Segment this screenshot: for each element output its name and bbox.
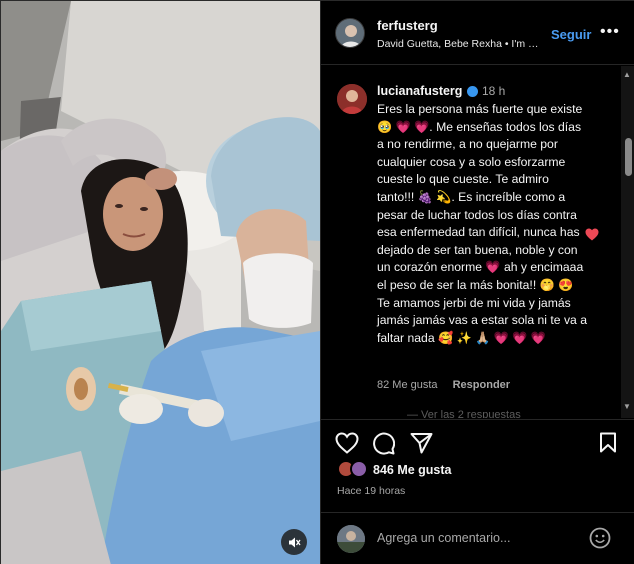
author-avatar[interactable] bbox=[335, 18, 365, 48]
scrollbar-thumb[interactable] bbox=[625, 138, 632, 176]
comment-timestamp: 18 h bbox=[482, 84, 506, 98]
paper-plane-icon bbox=[410, 433, 433, 454]
mute-button[interactable] bbox=[281, 529, 307, 555]
speaker-muted-icon bbox=[288, 536, 301, 549]
instagram-post-dialog: ferfusterg David Guetta, Bebe Rexha • I'… bbox=[0, 0, 634, 564]
post-timestamp: Hace 19 horas bbox=[337, 485, 406, 497]
more-options-icon[interactable]: ••• bbox=[600, 23, 620, 41]
post-likes-count[interactable]: 846 Me gusta bbox=[373, 463, 452, 477]
verified-badge-icon bbox=[467, 86, 478, 97]
emoji-button[interactable] bbox=[589, 527, 611, 554]
comments-scrollbar[interactable]: ▲ ▼ bbox=[621, 66, 634, 418]
liker-avatar bbox=[350, 460, 368, 478]
share-button[interactable] bbox=[410, 432, 433, 459]
post-actions: 846 Me gusta Hace 19 horas bbox=[321, 419, 634, 564]
author-username[interactable]: ferfusterg bbox=[377, 18, 438, 33]
comment-composer bbox=[321, 512, 634, 564]
post-side-panel: ferfusterg David Guetta, Bebe Rexha • I'… bbox=[320, 1, 634, 564]
post-photo[interactable] bbox=[1, 1, 320, 564]
comment-button[interactable] bbox=[372, 432, 396, 460]
view-replies-link[interactable]: — Ver las 2 respuestas bbox=[407, 409, 521, 418]
save-button[interactable] bbox=[599, 432, 617, 458]
comment-likes[interactable]: 82 Me gusta bbox=[377, 379, 438, 391]
reply-button[interactable]: Responder bbox=[453, 379, 510, 391]
red-heart-icon bbox=[585, 228, 599, 241]
comment-like-button[interactable] bbox=[585, 228, 599, 246]
commenter-username[interactable]: lucianafusterg bbox=[377, 84, 462, 98]
comment-input[interactable] bbox=[377, 531, 577, 545]
audio-track[interactable]: David Guetta, Bebe Rexha • I'm … bbox=[377, 38, 547, 50]
scroll-up-arrow-icon[interactable]: ▲ bbox=[623, 70, 631, 79]
follow-button[interactable]: Seguir bbox=[551, 27, 591, 42]
comment-meta: 82 Me gusta Responder bbox=[377, 379, 522, 391]
photo-scene bbox=[1, 1, 320, 564]
post-header: ferfusterg David Guetta, Bebe Rexha • I'… bbox=[321, 1, 634, 65]
bookmark-icon bbox=[600, 432, 616, 453]
heart-icon bbox=[335, 432, 359, 454]
like-button[interactable] bbox=[335, 432, 359, 459]
comments-list[interactable]: lucianafusterg 18 h Eres la persona más … bbox=[321, 66, 621, 418]
viewer-avatar bbox=[337, 525, 365, 553]
comment-text: Eres la persona más fuerte que existe 🥹 … bbox=[377, 102, 587, 345]
smiley-icon bbox=[589, 527, 611, 549]
scroll-down-arrow-icon[interactable]: ▼ bbox=[623, 402, 631, 411]
commenter-avatar[interactable] bbox=[337, 84, 367, 114]
comment-bubble-icon bbox=[373, 432, 396, 455]
